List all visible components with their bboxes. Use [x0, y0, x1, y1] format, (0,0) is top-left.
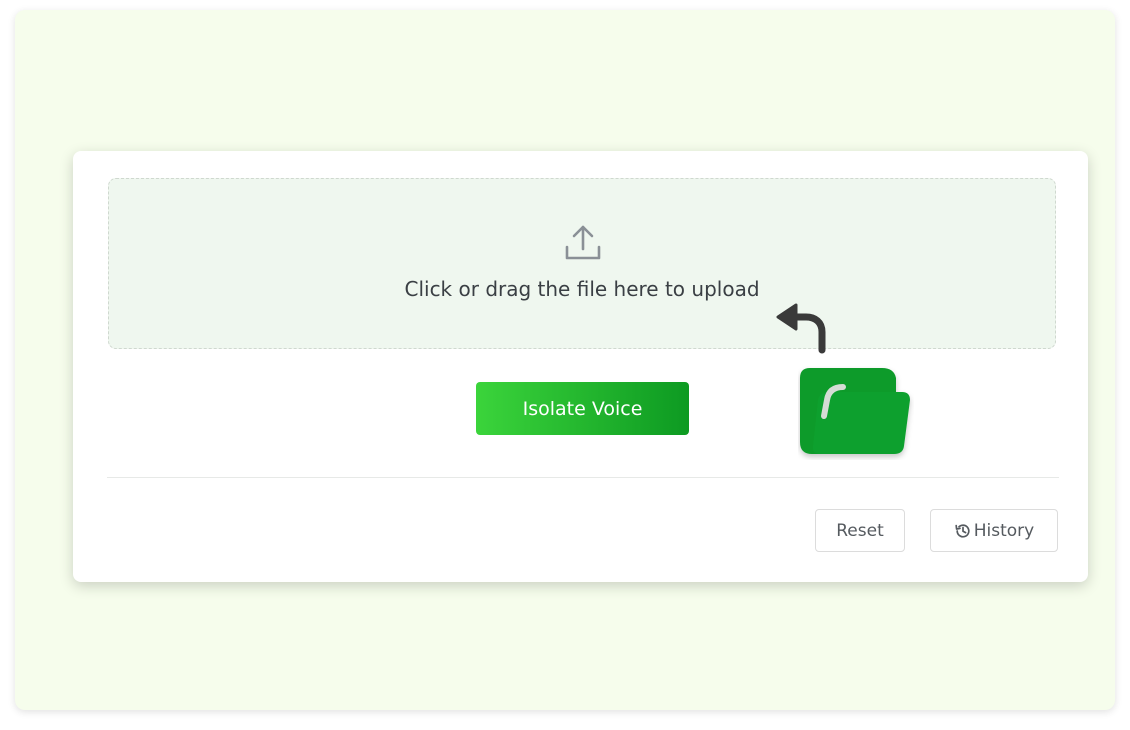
history-label: History: [973, 520, 1035, 541]
isolate-voice-button[interactable]: Isolate Voice: [476, 382, 689, 435]
history-button[interactable]: History: [930, 509, 1058, 552]
return-arrow-icon: [776, 303, 826, 354]
folder-icon[interactable]: [798, 366, 914, 460]
upload-dropzone[interactable]: Click or drag the file here to upload: [108, 178, 1056, 349]
reset-button[interactable]: Reset: [815, 509, 905, 552]
divider: [107, 477, 1059, 478]
upload-instruction-text: Click or drag the file here to upload: [404, 277, 760, 301]
page-background-panel: Click or drag the file here to upload Is…: [15, 10, 1115, 710]
upload-icon: [565, 225, 601, 260]
history-icon: [955, 523, 970, 538]
voice-isolation-card: Click or drag the file here to upload Is…: [73, 151, 1088, 582]
